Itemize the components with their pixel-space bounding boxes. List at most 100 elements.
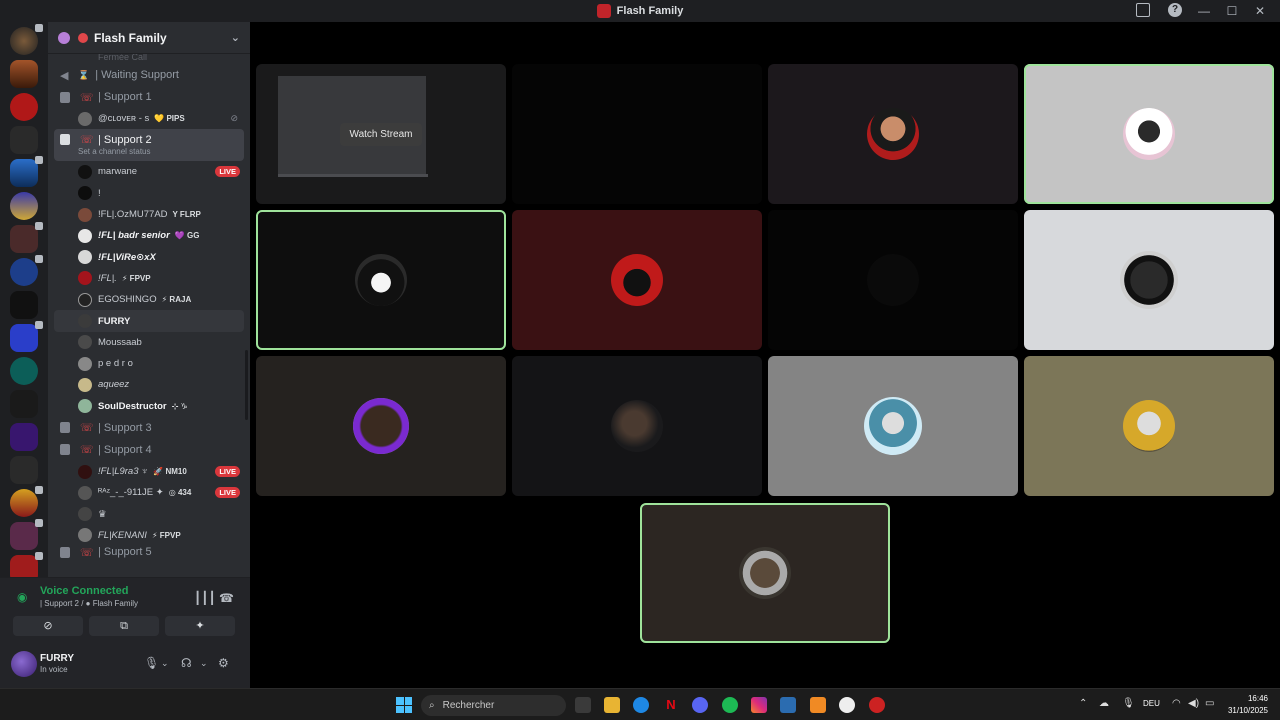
- noise-suppression-icon[interactable]: ┃┃┃: [194, 591, 216, 605]
- microphone-icon[interactable]: 🎙︎: [144, 656, 159, 670]
- voice-member[interactable]: FL|KENANI ⚡ FPVP: [48, 525, 250, 546]
- channel-support-3[interactable]: ☏ | Support 3: [54, 417, 244, 439]
- netflix-icon[interactable]: N: [663, 697, 679, 713]
- store-icon[interactable]: [780, 697, 796, 713]
- minimize-button[interactable]: —: [1192, 4, 1216, 18]
- discord-icon[interactable]: [692, 697, 708, 713]
- channel-waiting-support[interactable]: ◀ ⌛ | Waiting Support: [54, 64, 244, 86]
- participant-tile[interactable]: [512, 356, 762, 496]
- chevron-down-icon[interactable]: ⌄: [231, 31, 240, 44]
- voice-member[interactable]: EGOSHINGO ⚡ RAJA: [48, 289, 250, 310]
- chevron-down-icon[interactable]: ⌄: [200, 658, 208, 669]
- voice-status[interactable]: Voice Connected: [40, 585, 128, 597]
- server-icon[interactable]: [10, 456, 38, 484]
- stream-tile[interactable]: Watch Stream: [256, 64, 506, 204]
- instagram-icon[interactable]: [751, 697, 767, 713]
- voice-member[interactable]: !FL|L9ra3 ♆ 🚀 NM10 LIVE: [48, 461, 250, 482]
- participant-tile[interactable]: [512, 64, 762, 204]
- participant-tile[interactable]: [768, 356, 1018, 496]
- cloud-icon[interactable]: ☁: [1099, 698, 1109, 709]
- participant-tile[interactable]: [256, 356, 506, 496]
- server-icon[interactable]: [10, 255, 43, 286]
- server-icon[interactable]: [10, 357, 38, 385]
- share-screen-button[interactable]: ⧉: [89, 616, 159, 636]
- voice-member[interactable]: !: [48, 183, 250, 204]
- voice-member[interactable]: !FL|.OzMU77AD Y FLRP: [48, 204, 250, 225]
- channel-support-1[interactable]: ☏ | Support 1: [54, 86, 244, 108]
- app-icon[interactable]: [810, 697, 826, 713]
- server-icon[interactable]: [10, 126, 38, 154]
- voice-member[interactable]: @ᴄʟᴏᴠᴇʀ - s 💛 PIPS ⊘: [48, 108, 250, 129]
- close-button[interactable]: ✕: [1248, 4, 1272, 18]
- taskbar-search[interactable]: ⌕ Rechercher: [421, 695, 566, 716]
- voice-member[interactable]: !FL| badr senior 💜 GG: [48, 225, 250, 246]
- server-icon[interactable]: [10, 321, 43, 352]
- tray-chevron-icon[interactable]: ⌃: [1079, 698, 1087, 709]
- input-language[interactable]: DEU: [1143, 699, 1160, 708]
- voice-member[interactable]: marwane LIVE: [48, 161, 250, 182]
- channel-support-5[interactable]: ☏ | Support 5: [54, 546, 244, 558]
- voice-member[interactable]: aqueez: [48, 374, 250, 395]
- inbox-icon[interactable]: [1136, 3, 1150, 17]
- participant-tile[interactable]: [1024, 210, 1274, 350]
- voice-member[interactable]: Moussaab: [48, 332, 250, 353]
- wifi-icon[interactable]: ◠: [1172, 698, 1181, 709]
- file-explorer-icon[interactable]: [604, 697, 620, 713]
- maximize-button[interactable]: ☐: [1220, 4, 1244, 18]
- channel-support-4[interactable]: ☏ | Support 4: [54, 439, 244, 461]
- voice-member[interactable]: ♛: [48, 503, 250, 524]
- server-icon[interactable]: [10, 156, 43, 187]
- server-icon[interactable]: [10, 222, 43, 253]
- server-icon[interactable]: [10, 390, 38, 418]
- battery-icon[interactable]: ▭: [1205, 698, 1214, 709]
- voice-member[interactable]: ᴿᴬᶻ_-_-911JE ✦ ◎ 434 LIVE: [48, 482, 250, 503]
- app-icon[interactable]: [869, 697, 885, 713]
- voice-member[interactable]: p e d r o: [48, 353, 250, 374]
- server-header[interactable]: Flash Family ⌄: [48, 22, 250, 54]
- voice-member[interactable]: !FL|ViRe⊙xX: [48, 246, 250, 267]
- signal-icon[interactable]: ◉: [17, 590, 27, 604]
- server-icon[interactable]: [10, 24, 43, 55]
- steam-icon[interactable]: [839, 697, 855, 713]
- sidebar-scrollbar[interactable]: [245, 350, 248, 420]
- disconnect-icon[interactable]: ☎: [219, 591, 234, 605]
- watch-stream-button[interactable]: Watch Stream: [339, 122, 423, 146]
- start-button[interactable]: [396, 697, 412, 713]
- avatar[interactable]: [11, 651, 37, 677]
- participant-tile[interactable]: [768, 210, 1018, 350]
- clock[interactable]: 16:46 31/10/2025: [1226, 693, 1268, 717]
- server-icon[interactable]: [10, 519, 43, 550]
- server-icon[interactable]: [10, 291, 38, 319]
- channel-status[interactable]: Set a channel status: [60, 147, 151, 156]
- headphones-icon[interactable]: ☊: [181, 656, 192, 670]
- server-icon[interactable]: [10, 423, 38, 451]
- voice-member[interactable]: FURRY: [54, 310, 244, 332]
- lock-icon: [60, 91, 70, 103]
- spotify-icon[interactable]: [722, 697, 738, 713]
- server-icon[interactable]: [10, 60, 38, 88]
- task-view-icon[interactable]: [575, 697, 591, 713]
- volume-icon[interactable]: ◀): [1188, 698, 1199, 709]
- server-icon[interactable]: [10, 192, 38, 220]
- activities-button[interactable]: ✦: [165, 616, 235, 636]
- participant-tile[interactable]: [1024, 356, 1274, 496]
- user-name[interactable]: FURRY: [40, 653, 74, 664]
- camera-off-button[interactable]: ⊘: [13, 616, 83, 636]
- participant-tile[interactable]: [512, 210, 762, 350]
- participant-tile-speaking[interactable]: [256, 210, 506, 350]
- participant-tile-speaking[interactable]: [1024, 64, 1274, 204]
- settings-gear-icon[interactable]: ⚙: [218, 656, 229, 670]
- chevron-down-icon[interactable]: ⌄: [161, 658, 169, 669]
- participant-tile-speaking[interactable]: [640, 503, 890, 643]
- participant-tile[interactable]: [768, 64, 1018, 204]
- voice-member[interactable]: SoulDestructor ⊹ ♑: [48, 396, 250, 417]
- help-icon[interactable]: ?: [1168, 3, 1182, 17]
- clipped-channel[interactable]: Fermée Call: [48, 54, 250, 64]
- edge-icon[interactable]: [633, 697, 649, 713]
- voice-member[interactable]: !FL|. ⚡ FPVP: [48, 268, 250, 289]
- voice-location[interactable]: | Support 2 / ● Flash Family: [40, 599, 138, 608]
- channel-support-2[interactable]: ☏ | Support 2 Set a channel status: [54, 129, 244, 162]
- server-icon[interactable]: [10, 93, 38, 121]
- microphone-icon[interactable]: 🎙︎: [1122, 698, 1135, 709]
- server-icon[interactable]: [10, 486, 43, 517]
